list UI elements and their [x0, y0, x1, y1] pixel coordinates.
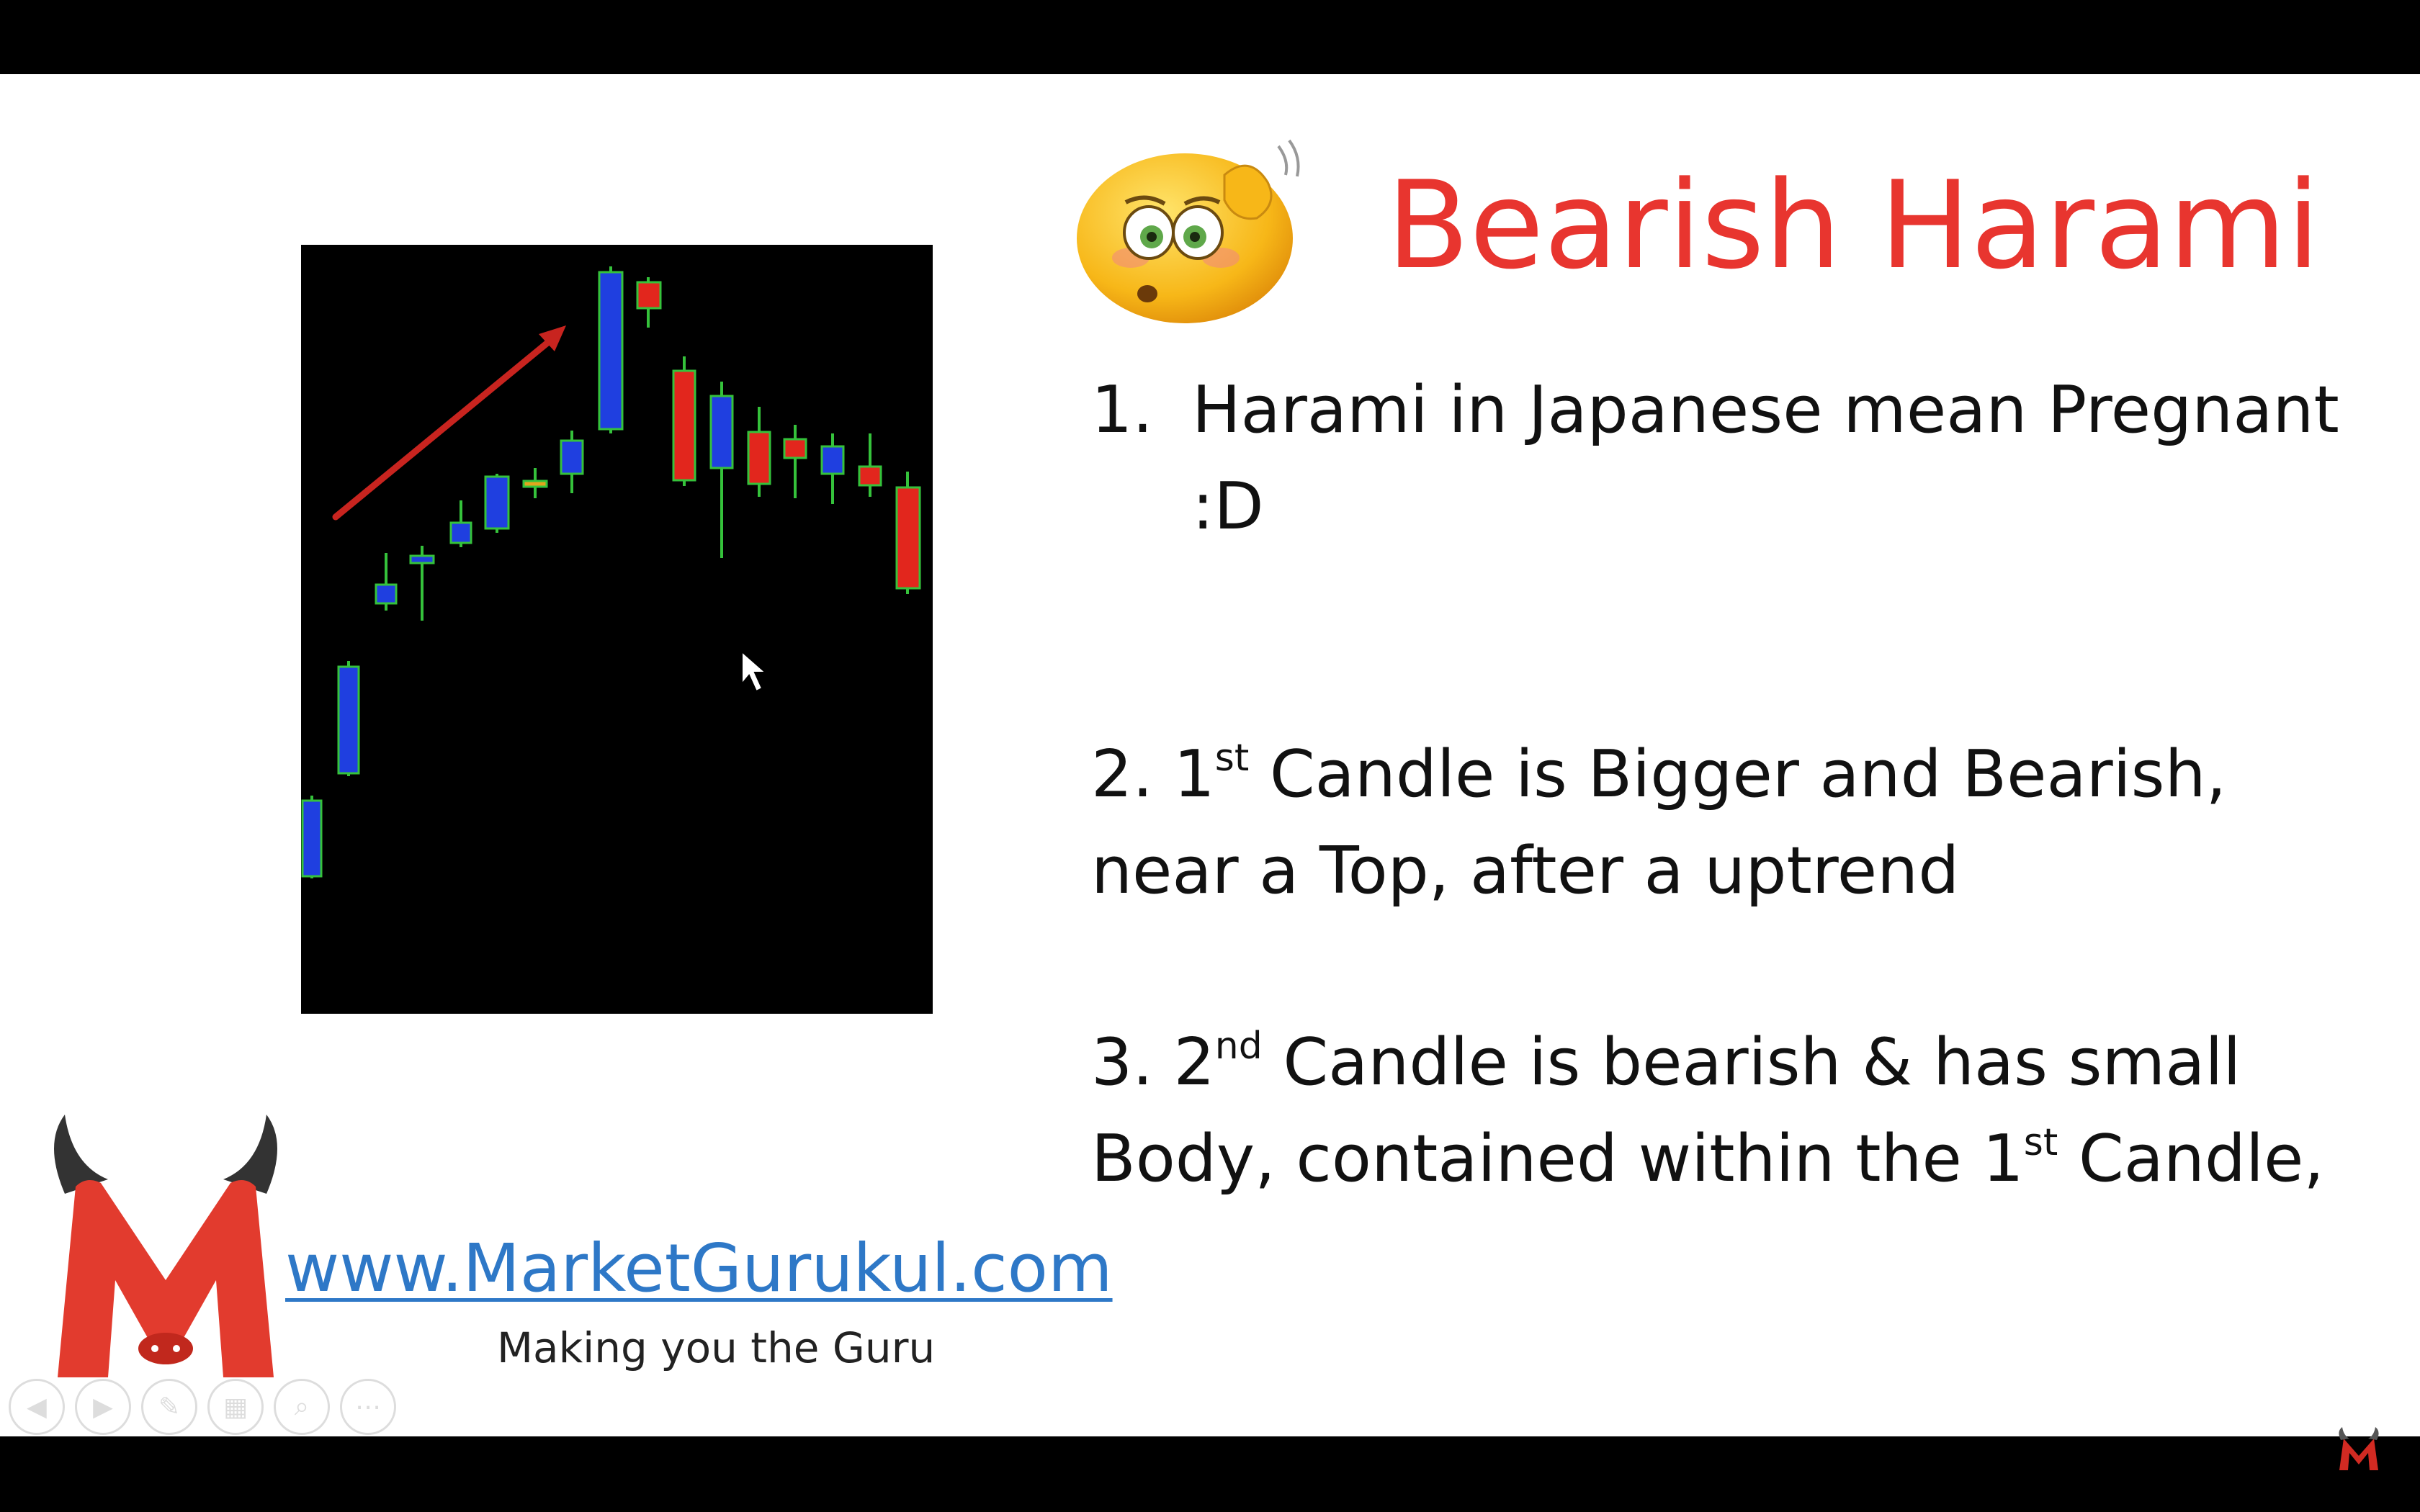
zoom-icon[interactable]: ⌕: [274, 1379, 330, 1435]
candle-17: [895, 472, 921, 594]
corner-m-logo-icon: [2339, 1427, 2379, 1470]
point-3-rest: Candle is bearish & has small: [1262, 1025, 2241, 1100]
point-3-line-2-sup: st: [2023, 1121, 2058, 1164]
candle-8: [560, 431, 584, 493]
point-2-rest: Candle is Bigger and Bearish,: [1249, 737, 2227, 812]
tagline: Making you the Guru: [497, 1323, 936, 1372]
point-3-line-2-a: Body, contained within the 1: [1091, 1121, 2024, 1197]
point-3-line-1: 3. 2nd Candle is bearish & has small: [1091, 1014, 2241, 1111]
candle-5: [449, 500, 472, 547]
confused-emoji-icon: [1077, 139, 1300, 323]
point-3-sup: nd: [1214, 1025, 1263, 1068]
pen-icon[interactable]: ✎: [141, 1379, 197, 1435]
candle-13: [747, 407, 771, 497]
point-3-line-2: Body, contained within the 1st Candle,: [1091, 1111, 2324, 1207]
candle-7: [522, 468, 548, 498]
candle-9-large-bullish: [598, 266, 624, 433]
point-1-line-2: :D: [1192, 469, 1264, 544]
point-2-line-1: 2. 1st Candle is Bigger and Bearish,: [1091, 726, 2226, 823]
presentation-slide: Bearish Harami 1. Harami in Japanese mean…: [0, 74, 2420, 1436]
candle-15: [820, 433, 845, 504]
slideshow-controls: ◀ ▶ ✎ ▦ ⌕ ⋯: [9, 1379, 396, 1436]
website-link[interactable]: www.MarketGurukul.com: [285, 1230, 1113, 1307]
candle-12: [709, 382, 734, 558]
candle-4: [409, 546, 435, 621]
candle-2: [337, 661, 360, 776]
point-3-line-2-b: Candle,: [2058, 1121, 2325, 1197]
bottom-letterbox: [0, 1436, 2420, 1512]
candlestick-svg: [301, 266, 921, 878]
point-2-sup: st: [1214, 737, 1250, 780]
candle-11: [672, 356, 696, 486]
candle-16: [858, 433, 882, 497]
candle-14: [783, 425, 807, 498]
bull-m-logo-icon: [54, 1115, 277, 1377]
point-1-number: 1.: [1091, 372, 1153, 448]
candle-1: [301, 796, 323, 878]
uptrend-arrow: [332, 325, 566, 521]
candlestick-chart: [301, 245, 933, 1014]
point-2-line-2: near a Top, after a uptrend: [1091, 833, 1960, 909]
point-1-text: Harami in Japanese mean Pregnant: [1192, 372, 2339, 448]
more-icon[interactable]: ⋯: [340, 1379, 396, 1435]
candle-10-small-bearish: [636, 277, 662, 328]
point-3-prefix: 3. 2: [1091, 1025, 1215, 1100]
prev-slide-icon[interactable]: ◀: [9, 1379, 65, 1435]
candle-3: [375, 553, 398, 611]
next-slide-icon[interactable]: ▶: [75, 1379, 131, 1435]
mouse-cursor-icon: [741, 649, 768, 693]
point-1-line-1: 1. Harami in Japanese mean Pregnant: [1091, 362, 2339, 459]
top-letterbox: [0, 0, 2420, 74]
point-2-prefix: 2. 1: [1091, 737, 1215, 812]
candle-6: [484, 474, 510, 533]
slides-icon[interactable]: ▦: [207, 1379, 264, 1435]
slide-title: Bearish Harami: [1386, 155, 2321, 296]
